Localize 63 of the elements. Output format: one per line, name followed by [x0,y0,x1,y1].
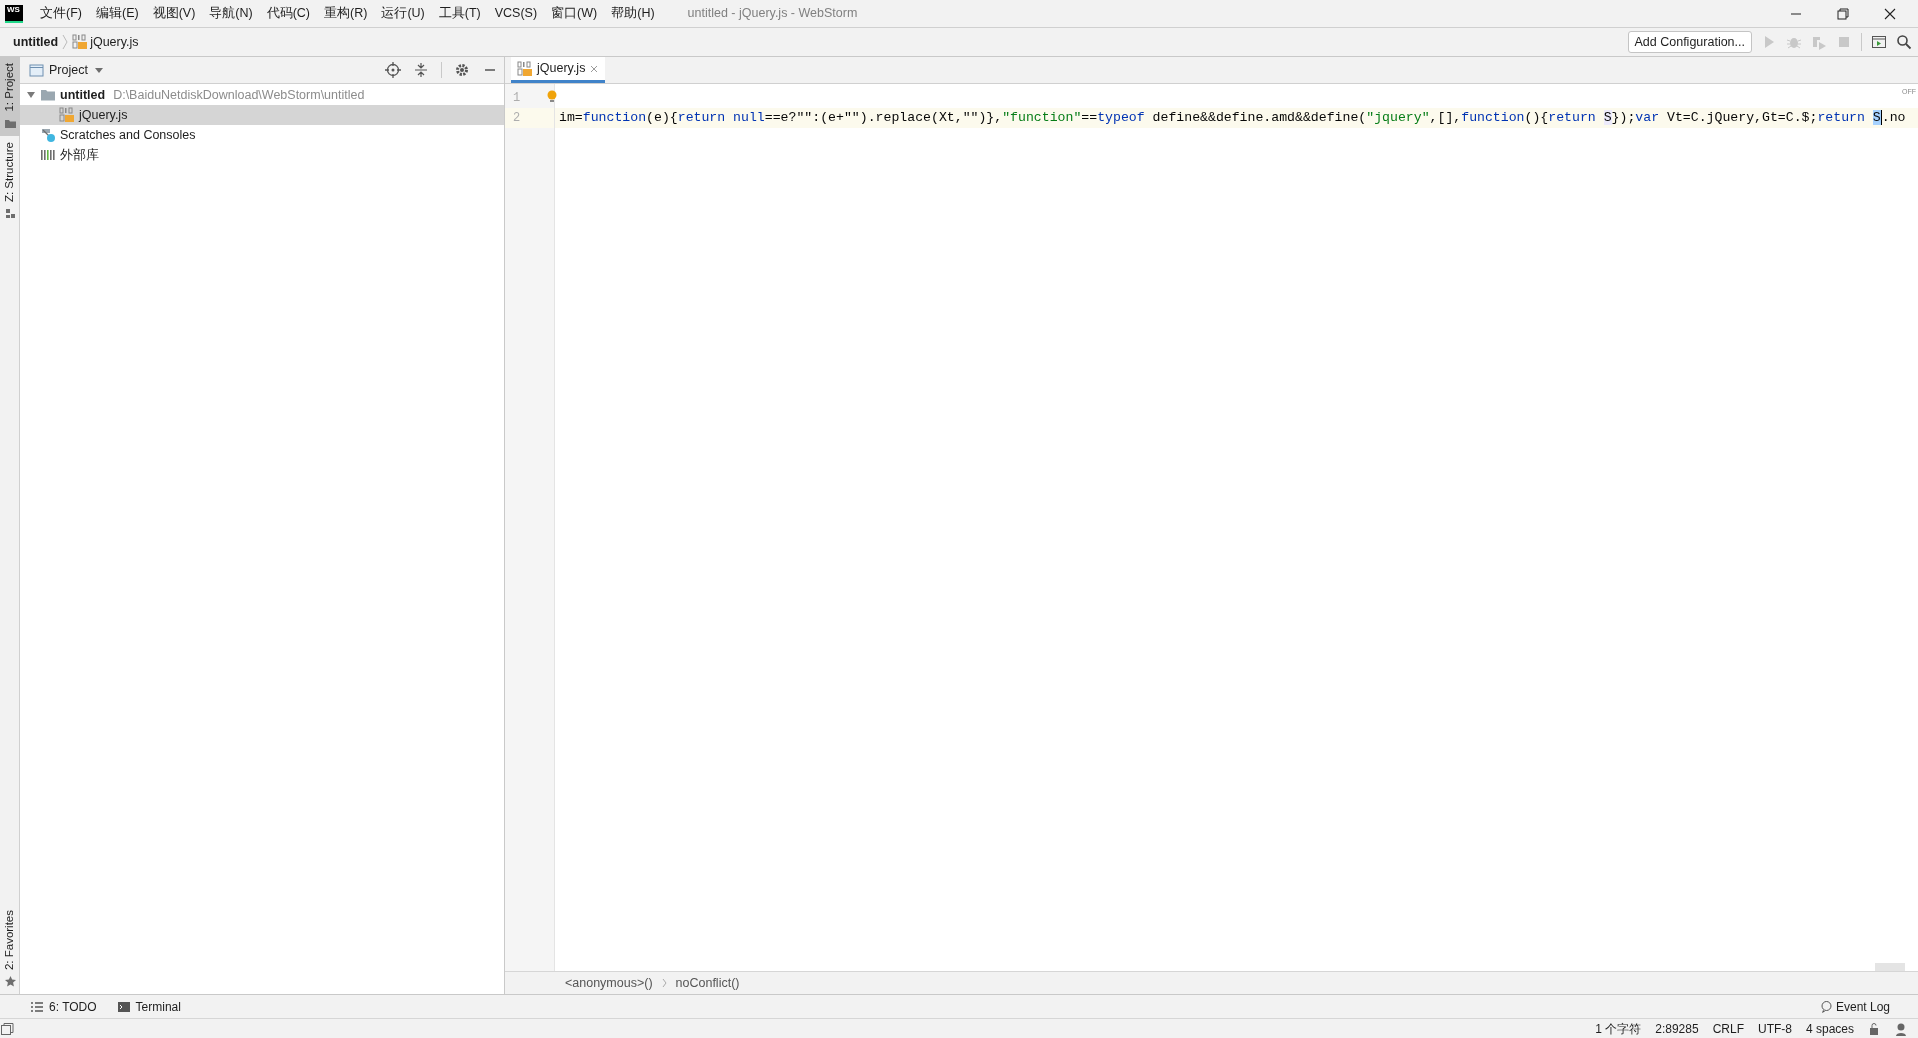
menu-item[interactable]: 文件(F) [33,2,89,25]
add-configuration-button[interactable]: Add Configuration... [1627,31,1752,53]
menu-item[interactable]: 运行(U) [374,2,432,25]
event-log-tab[interactable]: Event Log [1819,997,1890,1016]
status-item[interactable]: CRLF [1712,1019,1744,1038]
caret-icon [93,65,104,75]
expand-arrow-icon[interactable] [26,90,36,100]
tool-window-tab[interactable]: 6: TODO [30,997,97,1016]
tree-item[interactable]: jQuery.js [20,105,504,125]
settings-icon[interactable] [454,62,470,78]
speech-bubble-icon [1819,999,1833,1014]
tree-item[interactable]: 外部库 [20,145,504,165]
tool-window-tab[interactable]: 2: Favorites [0,903,20,994]
status-item[interactable]: 1 个字符 [1595,1019,1642,1038]
project-view-dropdown[interactable]: Project [49,60,104,80]
status-item[interactable]: 4 spaces [1805,1019,1854,1038]
chevron-icon [660,977,668,989]
terminal-icon [116,999,131,1014]
breadcrumb[interactable]: <anonymous>() [565,973,653,993]
structure-icon [3,206,17,220]
menu-item[interactable]: 视图(V) [145,2,203,25]
person-icon[interactable] [1894,1021,1908,1036]
list-icon [30,999,44,1014]
tree-item[interactable]: Scratches and Consoles [20,125,504,145]
lock-icon[interactable] [1868,1021,1880,1036]
scrollbar-thumb[interactable] [1875,963,1905,971]
collapse-icon[interactable] [413,62,429,78]
line-number: 2 [513,110,521,127]
window-icon[interactable] [1871,34,1887,50]
chevron-icon [61,33,70,51]
lightbulb-icon[interactable] [546,90,558,102]
window-title: untitled - jQuery.js - WebStorm [687,5,858,23]
breadcrumb[interactable]: noConflict() [675,973,740,993]
tool-window-tab[interactable]: 1: Project [0,57,20,136]
menu-item[interactable]: 工具(T) [431,2,488,25]
menu-item[interactable]: 窗口(W) [544,2,605,25]
locate-icon[interactable] [385,62,401,78]
js-file-icon [59,107,75,123]
status-item[interactable]: UTF-8 [1757,1019,1792,1038]
scratches-icon [40,127,56,143]
menu-item[interactable]: 帮助(H) [604,2,662,25]
search-icon[interactable] [1896,34,1912,50]
js-file-icon [517,60,533,77]
breadcrumb[interactable]: jQuery.js [69,32,142,52]
menu-item[interactable]: 编辑(E) [88,2,146,25]
app-logo: WS [5,4,23,23]
star-icon [3,975,17,988]
project-view-icon [29,62,44,78]
menu-item[interactable]: 代码(C) [259,2,318,25]
folder-icon [40,87,56,103]
tool-window-tab[interactable]: Terminal [116,997,181,1016]
editor-tab[interactable]: jQuery.js [511,57,606,83]
status-item[interactable]: 2:89285 [1655,1019,1699,1038]
line-number: 1 [513,90,521,107]
panel-toggle-icon[interactable] [0,1021,14,1036]
menu-item[interactable]: 重构(R) [317,2,375,25]
library-icon [40,147,56,163]
menu-item[interactable]: 导航(N) [202,2,260,25]
menu-item[interactable]: VCS(S) [487,2,545,25]
tree-item[interactable]: untitled D:\BaiduNetdiskDownload\WebStorm\untitled [20,85,504,105]
tool-window-tab[interactable]: Z: Structure [0,135,20,226]
js-file-icon [72,34,89,50]
breadcrumb[interactable]: untitled [10,32,62,52]
